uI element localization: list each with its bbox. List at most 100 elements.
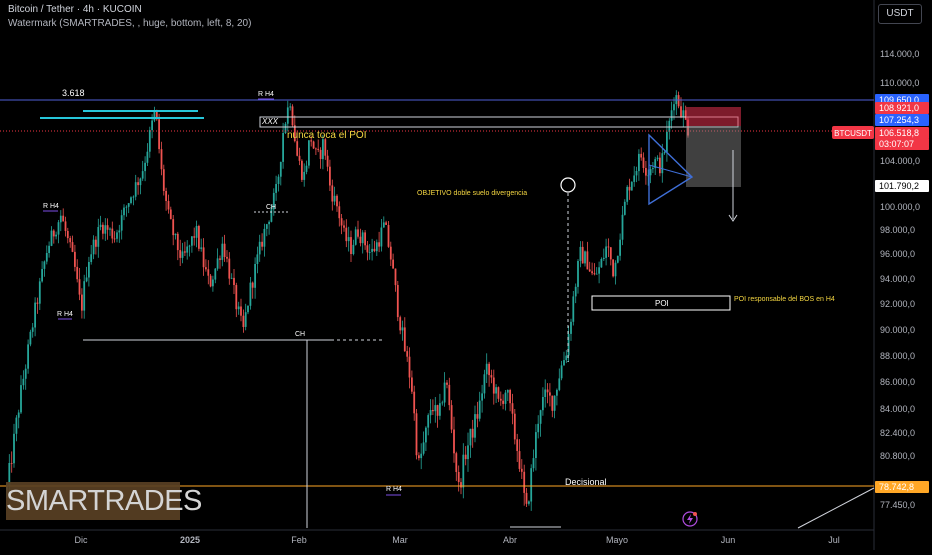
candle-body: [275, 184, 277, 193]
candle-body: [429, 410, 432, 416]
candle-body: [99, 224, 102, 227]
candle-body: [549, 392, 551, 396]
candle-body: [579, 246, 582, 261]
time-tick-label: 2025: [180, 535, 200, 545]
candle-body: [104, 225, 107, 234]
candle-body: [661, 153, 664, 174]
price-label-text: 101.790,2: [879, 181, 919, 191]
candle-body: [308, 140, 310, 166]
candle-body: [62, 215, 65, 222]
candle-body: [354, 229, 357, 245]
candle-body: [296, 141, 299, 156]
candle-body: [301, 160, 303, 180]
candle-body: [261, 241, 263, 247]
poi-box-label: POI: [655, 299, 669, 308]
candle-body: [329, 166, 331, 186]
candle-body: [116, 232, 118, 239]
candle-body: [535, 432, 537, 458]
candle-body: [523, 471, 526, 493]
candle-body: [343, 225, 345, 228]
candle-body: [670, 110, 673, 121]
candle-body: [635, 171, 638, 176]
candle-body: [553, 395, 556, 411]
currency-button[interactable]: USDT: [878, 4, 922, 24]
candle-body: [490, 375, 493, 378]
time-tick-label: Mar: [392, 535, 408, 545]
candle-body: [616, 255, 619, 263]
candle-body: [34, 302, 36, 328]
candle-body: [109, 228, 111, 230]
candle-body: [403, 327, 406, 352]
candle-body: [633, 175, 636, 182]
candle-body: [446, 382, 448, 385]
candle-body: [434, 405, 437, 412]
candle-body: [593, 273, 596, 275]
candle-body: [642, 157, 645, 168]
candle-body: [120, 215, 123, 231]
candle-body: [158, 119, 160, 150]
candle-body: [511, 403, 514, 414]
price-label-text: 107.254,3: [879, 115, 919, 125]
candle-body: [151, 120, 153, 131]
candle-body: [249, 282, 252, 306]
candle-body: [228, 258, 231, 279]
candle-body: [31, 327, 34, 332]
time-tick-label: Dic: [75, 535, 88, 545]
candle-body: [378, 242, 380, 247]
short-risk-zone[interactable]: [686, 107, 741, 126]
candle-body: [612, 259, 614, 277]
candle-body: [336, 195, 338, 207]
candle-body: [137, 182, 139, 186]
candle-body: [317, 148, 320, 150]
candle-body: [22, 378, 25, 386]
candle-body: [162, 169, 165, 191]
candle-body: [572, 296, 575, 322]
candle-body: [127, 203, 130, 207]
candle-body: [186, 246, 189, 253]
candle-body: [614, 262, 617, 277]
candle-body: [525, 492, 528, 504]
candle-body: [291, 106, 294, 126]
candle-body: [319, 149, 322, 159]
candle-body: [638, 153, 640, 172]
candle-body: [563, 360, 565, 366]
candle-body: [413, 391, 416, 414]
candle-body: [357, 229, 359, 237]
symbol-title: Bitcoin / Tether · 4h · KUCOIN: [8, 4, 142, 15]
candle-body: [432, 410, 434, 412]
candle-body: [76, 266, 79, 280]
candle-body: [59, 215, 62, 223]
candle-body: [10, 463, 13, 464]
candle-body: [57, 222, 60, 235]
candlestick-chart[interactable]: 3.618 XXX nunca toca el POI R H4 R H4 R …: [0, 0, 932, 550]
candle-body: [200, 247, 203, 249]
candle-body: [29, 331, 32, 345]
chart-stage[interactable]: 3.618 XXX nunca toca el POI R H4 R H4 R …: [0, 0, 932, 550]
candle-body: [556, 389, 558, 396]
candle-body: [45, 253, 48, 262]
candle-body: [415, 413, 418, 456]
candle-body: [347, 237, 350, 242]
candle-body: [439, 403, 441, 416]
candle-body: [621, 214, 624, 240]
candle-body: [286, 107, 289, 124]
xxx-label: XXX: [261, 117, 279, 126]
candle-body: [649, 169, 652, 176]
indicator-legend[interactable]: Watermark (SMARTRADES, , huge, bottom, l…: [8, 18, 251, 30]
ch-upper-label: CH: [266, 204, 276, 211]
candle-body: [312, 141, 315, 149]
candle-body: [506, 390, 509, 393]
candle-body: [315, 148, 317, 150]
candle-body: [191, 236, 193, 246]
candle-body: [167, 201, 170, 210]
candle-body: [43, 261, 46, 269]
price-tick-label: 92.000,0: [880, 299, 915, 309]
candle-body: [209, 275, 212, 287]
decisional-label: Decisional: [565, 477, 607, 487]
candle-body: [123, 207, 125, 216]
candle-body: [520, 468, 523, 472]
candle-body: [66, 231, 69, 239]
objetivo-label: OBJETIVO doble suelo divergencia: [417, 190, 527, 197]
candle-body: [90, 254, 93, 262]
candle-body: [50, 230, 53, 246]
